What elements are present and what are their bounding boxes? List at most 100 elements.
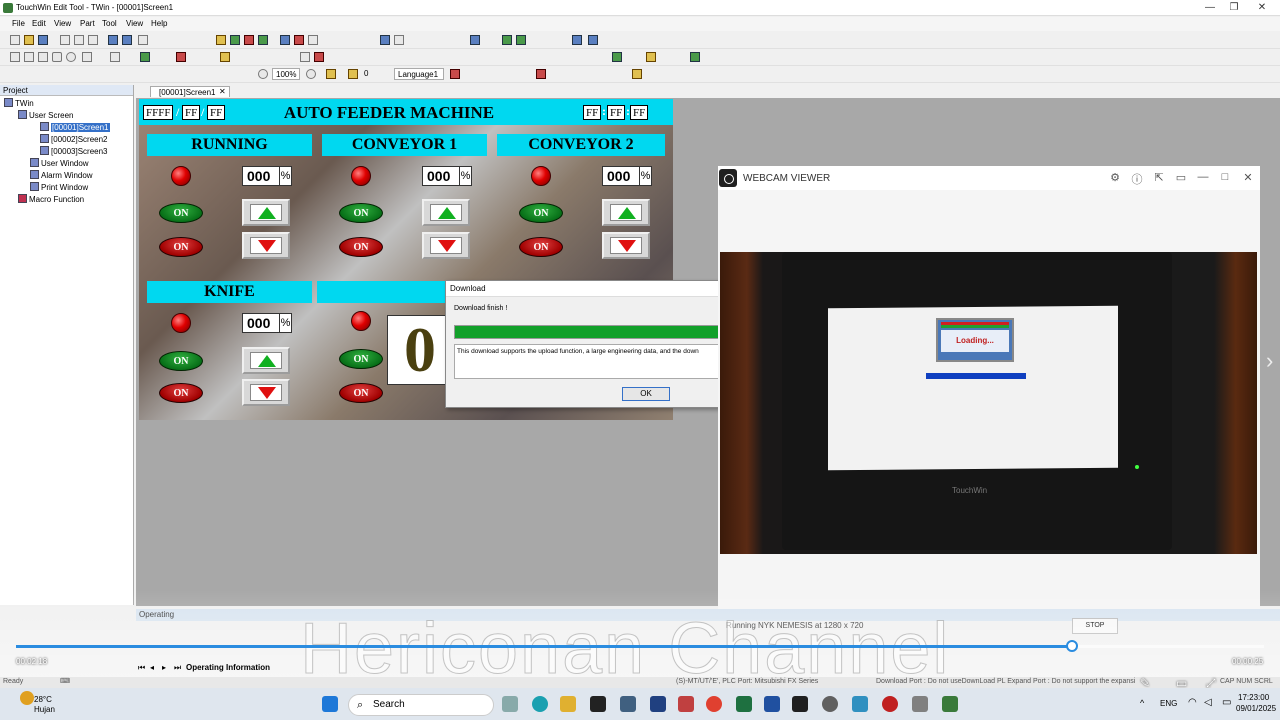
conveyor2-off-button[interactable]: ON (519, 237, 563, 257)
polyline-icon[interactable] (24, 52, 34, 62)
volume-icon[interactable]: ◁ (1204, 697, 1212, 708)
redo-icon[interactable] (122, 35, 132, 45)
flag-icon[interactable] (450, 69, 460, 79)
clock-time[interactable]: 17:23:00 (1238, 693, 1269, 702)
running-down-button[interactable] (242, 232, 290, 259)
conveyor1-down-button[interactable] (422, 232, 470, 259)
knife-percent[interactable]: 000% (242, 313, 292, 333)
text-icon[interactable] (308, 35, 318, 45)
file-explorer-icon[interactable] (560, 696, 576, 712)
conveyor2-percent[interactable]: 000% (602, 166, 652, 186)
conveyor2-up-button[interactable] (602, 199, 650, 226)
cut-icon[interactable] (60, 35, 70, 45)
polygon-icon[interactable] (82, 52, 92, 62)
record-icon[interactable] (882, 696, 898, 712)
minimize-icon[interactable]: — (1196, 171, 1210, 183)
select-icon[interactable] (220, 52, 230, 62)
screen-icon[interactable] (380, 35, 390, 45)
folder-icon[interactable]: ▭ (1174, 171, 1188, 184)
conveyor2-down-button[interactable] (602, 232, 650, 259)
app-icon[interactable] (822, 696, 838, 712)
tab-operating-information[interactable]: Operating Information (186, 663, 270, 672)
minimize-icon[interactable]: — (1200, 2, 1220, 13)
clock-date[interactable]: 09/01/2025 (1236, 704, 1276, 713)
tab-nav-last-icon[interactable]: ⏭ (174, 663, 181, 673)
tree-root[interactable]: TWin (4, 98, 34, 108)
menu-part[interactable]: Part (80, 19, 95, 28)
target-icon[interactable] (314, 52, 324, 62)
running-up-button[interactable] (242, 199, 290, 226)
zoom-select[interactable]: 100% (272, 68, 300, 80)
step-value[interactable]: 0 (364, 69, 368, 78)
data-input-icon[interactable] (294, 35, 304, 45)
next-arrow-icon[interactable]: › (1266, 348, 1273, 374)
app-icon[interactable] (912, 696, 928, 712)
menu-help[interactable]: Help (151, 19, 167, 28)
rectangle-icon[interactable] (38, 52, 48, 62)
conveyor1-percent[interactable]: 000% (422, 166, 472, 186)
date-month[interactable]: FF (182, 105, 201, 120)
bitmap-icon[interactable] (140, 52, 150, 62)
tree-screen1[interactable]: [00001]Screen1 (40, 122, 110, 132)
app-icon[interactable] (620, 696, 636, 712)
tree-print-window[interactable]: Print Window (30, 182, 88, 192)
tree-screen3[interactable]: [00003]Screen3 (40, 146, 108, 156)
word-icon[interactable] (764, 696, 780, 712)
zoom-out-icon[interactable] (258, 69, 268, 79)
battery-icon[interactable]: ▭ (1222, 697, 1231, 708)
indicator-icon[interactable] (244, 35, 254, 45)
help-icon[interactable] (138, 35, 148, 45)
knife-on-button[interactable]: ON (159, 351, 203, 371)
app-icon[interactable] (852, 696, 868, 712)
align-icon[interactable] (300, 52, 310, 62)
tree-screen2[interactable]: [00002]Screen2 (40, 134, 108, 144)
line-icon[interactable] (10, 52, 20, 62)
menu-view[interactable]: View (54, 19, 71, 28)
switch-icon[interactable] (258, 35, 268, 45)
restore-icon[interactable]: ❐ (1224, 2, 1244, 13)
language-select[interactable]: Language1 (394, 68, 444, 80)
copy-icon[interactable] (74, 35, 84, 45)
running-on-button[interactable]: ON (159, 203, 203, 223)
save-icon[interactable] (38, 35, 48, 45)
lamp-icon[interactable] (216, 35, 226, 45)
button-part-icon[interactable] (230, 35, 240, 45)
language-indicator[interactable]: ENG (1160, 699, 1177, 708)
webcam-app-icon[interactable] (590, 696, 606, 712)
app-icon[interactable] (792, 696, 808, 712)
tab-nav-next-icon[interactable]: ▸ (162, 663, 166, 672)
new-file-icon[interactable] (10, 35, 20, 45)
running-percent[interactable]: 000% (242, 166, 292, 186)
ok-button[interactable]: OK (622, 387, 670, 401)
bar-chart-icon[interactable] (588, 35, 598, 45)
zoom-in-icon[interactable] (306, 69, 316, 79)
hand-icon[interactable] (348, 69, 358, 79)
grid-icon[interactable] (612, 52, 622, 62)
task-view-icon[interactable] (502, 696, 518, 712)
print-icon[interactable] (394, 35, 404, 45)
frame-icon[interactable] (110, 52, 120, 62)
tray-chevron-icon[interactable]: ^ (1140, 698, 1144, 708)
tree-user-window[interactable]: User Window (30, 158, 89, 168)
stop-button[interactable]: STOP (1072, 618, 1118, 634)
knife-down-button[interactable] (242, 379, 290, 406)
chart-icon[interactable] (572, 35, 582, 45)
tree-alarm-window[interactable]: Alarm Window (30, 170, 93, 180)
list-icon[interactable] (690, 52, 700, 62)
touchwin-icon[interactable] (942, 696, 958, 712)
menu-file[interactable]: File (12, 19, 25, 28)
info-icon[interactable]: ⓘ (1130, 171, 1144, 187)
time-minute[interactable]: FF (607, 105, 626, 120)
compile-icon[interactable] (502, 35, 512, 45)
knife-off-button[interactable]: ON (159, 383, 203, 403)
window-icon[interactable] (470, 35, 480, 45)
running-off-button[interactable]: ON (159, 237, 203, 257)
close-icon[interactable]: ✕ (1252, 2, 1272, 13)
excel-icon[interactable] (736, 696, 752, 712)
circle-icon[interactable] (66, 52, 76, 62)
search-box[interactable]: ⌕ Search (348, 694, 494, 716)
rounded-rect-icon[interactable] (52, 52, 62, 62)
conveyor1-up-button[interactable] (422, 199, 470, 226)
grid-toggle-icon[interactable] (326, 69, 336, 79)
counter-off-button[interactable]: ON (339, 383, 383, 403)
